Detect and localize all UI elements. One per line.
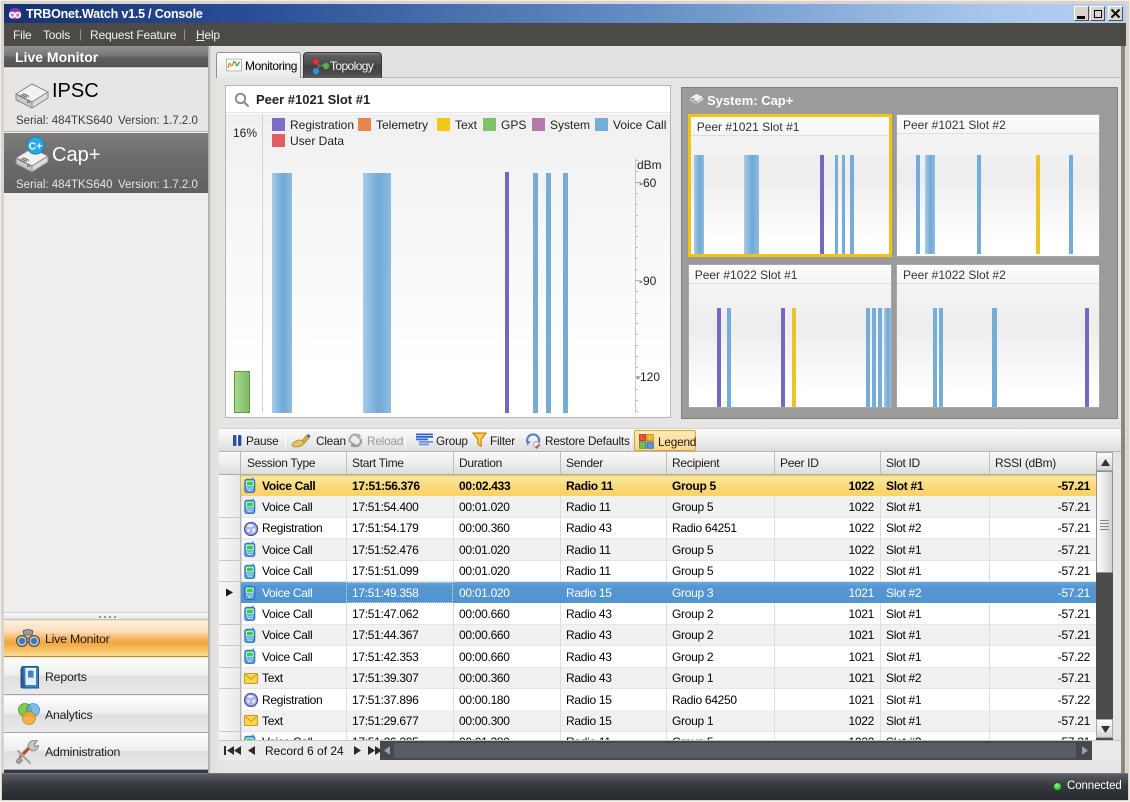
svg-text:C+: C+ [29, 141, 43, 152]
